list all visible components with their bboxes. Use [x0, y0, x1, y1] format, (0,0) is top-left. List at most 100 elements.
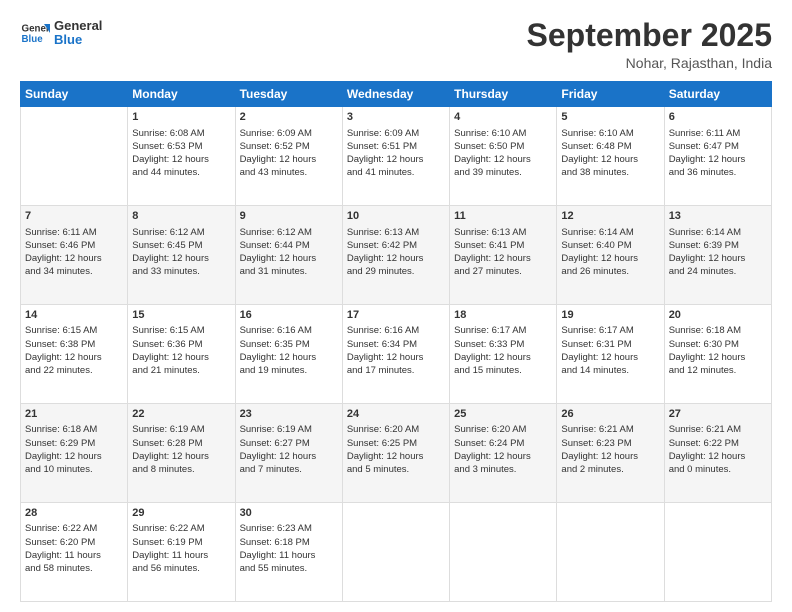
header: General Blue General Blue September 2025…	[20, 18, 772, 71]
day-info-line: Sunset: 6:29 PM	[25, 437, 123, 450]
logo: General Blue General Blue	[20, 18, 102, 48]
calendar-week-row: 28Sunrise: 6:22 AMSunset: 6:20 PMDayligh…	[21, 503, 772, 602]
calendar-cell: 14Sunrise: 6:15 AMSunset: 6:38 PMDayligh…	[21, 305, 128, 404]
calendar-cell: 20Sunrise: 6:18 AMSunset: 6:30 PMDayligh…	[664, 305, 771, 404]
day-info-line: Sunrise: 6:20 AM	[347, 423, 445, 436]
day-number: 22	[132, 407, 230, 422]
day-info-line: Daylight: 11 hours	[25, 549, 123, 562]
day-number: 29	[132, 506, 230, 521]
col-wednesday: Wednesday	[342, 82, 449, 107]
day-info-line: Sunset: 6:44 PM	[240, 239, 338, 252]
logo-blue: Blue	[54, 33, 102, 47]
calendar-cell: 30Sunrise: 6:23 AMSunset: 6:18 PMDayligh…	[235, 503, 342, 602]
day-info-line: and 44 minutes.	[132, 166, 230, 179]
day-info-line: Sunrise: 6:19 AM	[132, 423, 230, 436]
calendar-cell: 27Sunrise: 6:21 AMSunset: 6:22 PMDayligh…	[664, 404, 771, 503]
day-info-line: and 36 minutes.	[669, 166, 767, 179]
day-number: 10	[347, 209, 445, 224]
day-info-line: Daylight: 12 hours	[454, 153, 552, 166]
calendar-cell: 1Sunrise: 6:08 AMSunset: 6:53 PMDaylight…	[128, 107, 235, 206]
day-info-line: Sunset: 6:53 PM	[132, 140, 230, 153]
calendar-cell: 24Sunrise: 6:20 AMSunset: 6:25 PMDayligh…	[342, 404, 449, 503]
calendar-cell: 5Sunrise: 6:10 AMSunset: 6:48 PMDaylight…	[557, 107, 664, 206]
day-number: 30	[240, 506, 338, 521]
day-number: 16	[240, 308, 338, 323]
day-number: 17	[347, 308, 445, 323]
day-number: 3	[347, 110, 445, 125]
calendar-cell: 19Sunrise: 6:17 AMSunset: 6:31 PMDayligh…	[557, 305, 664, 404]
day-info-line: Daylight: 12 hours	[454, 450, 552, 463]
calendar-header-row: Sunday Monday Tuesday Wednesday Thursday…	[21, 82, 772, 107]
day-info-line: and 29 minutes.	[347, 265, 445, 278]
day-number: 20	[669, 308, 767, 323]
day-info-line: Sunset: 6:35 PM	[240, 338, 338, 351]
day-info-line: Daylight: 12 hours	[240, 351, 338, 364]
day-info-line: Daylight: 12 hours	[347, 450, 445, 463]
day-info-line: Sunset: 6:31 PM	[561, 338, 659, 351]
svg-text:Blue: Blue	[22, 34, 44, 45]
logo-general: General	[54, 19, 102, 33]
day-number: 13	[669, 209, 767, 224]
day-number: 23	[240, 407, 338, 422]
month-title: September 2025	[527, 18, 772, 53]
day-info-line: Daylight: 12 hours	[561, 153, 659, 166]
location-subtitle: Nohar, Rajasthan, India	[527, 55, 772, 71]
calendar-cell: 17Sunrise: 6:16 AMSunset: 6:34 PMDayligh…	[342, 305, 449, 404]
day-info-line: Sunset: 6:45 PM	[132, 239, 230, 252]
day-info-line: Sunrise: 6:13 AM	[347, 226, 445, 239]
title-block: September 2025 Nohar, Rajasthan, India	[527, 18, 772, 71]
day-info-line: Sunset: 6:28 PM	[132, 437, 230, 450]
day-info-line: Sunset: 6:36 PM	[132, 338, 230, 351]
calendar-cell	[342, 503, 449, 602]
day-info-line: Sunset: 6:34 PM	[347, 338, 445, 351]
day-info-line: and 15 minutes.	[454, 364, 552, 377]
day-info-line: Daylight: 12 hours	[561, 252, 659, 265]
day-info-line: Daylight: 12 hours	[347, 252, 445, 265]
day-info-line: Sunrise: 6:22 AM	[132, 522, 230, 535]
day-info-line: Sunset: 6:20 PM	[25, 536, 123, 549]
day-info-line: Sunrise: 6:16 AM	[347, 324, 445, 337]
day-info-line: Sunset: 6:46 PM	[25, 239, 123, 252]
day-info-line: Sunset: 6:39 PM	[669, 239, 767, 252]
day-info-line: Sunset: 6:51 PM	[347, 140, 445, 153]
day-info-line: and 33 minutes.	[132, 265, 230, 278]
day-info-line: and 58 minutes.	[25, 562, 123, 575]
calendar-cell: 6Sunrise: 6:11 AMSunset: 6:47 PMDaylight…	[664, 107, 771, 206]
calendar-cell: 8Sunrise: 6:12 AMSunset: 6:45 PMDaylight…	[128, 206, 235, 305]
day-info-line: Sunset: 6:30 PM	[669, 338, 767, 351]
col-thursday: Thursday	[450, 82, 557, 107]
day-info-line: and 56 minutes.	[132, 562, 230, 575]
day-number: 7	[25, 209, 123, 224]
calendar-table: Sunday Monday Tuesday Wednesday Thursday…	[20, 81, 772, 602]
day-info-line: Sunset: 6:22 PM	[669, 437, 767, 450]
day-info-line: Sunrise: 6:17 AM	[561, 324, 659, 337]
day-info-line: Sunrise: 6:14 AM	[561, 226, 659, 239]
day-info-line: and 38 minutes.	[561, 166, 659, 179]
calendar-cell: 13Sunrise: 6:14 AMSunset: 6:39 PMDayligh…	[664, 206, 771, 305]
day-info-line: Sunrise: 6:17 AM	[454, 324, 552, 337]
day-info-line: Sunset: 6:23 PM	[561, 437, 659, 450]
day-number: 8	[132, 209, 230, 224]
day-info-line: Sunrise: 6:12 AM	[132, 226, 230, 239]
day-number: 9	[240, 209, 338, 224]
calendar-cell: 2Sunrise: 6:09 AMSunset: 6:52 PMDaylight…	[235, 107, 342, 206]
day-number: 12	[561, 209, 659, 224]
col-friday: Friday	[557, 82, 664, 107]
day-number: 26	[561, 407, 659, 422]
day-info-line: Sunrise: 6:14 AM	[669, 226, 767, 239]
day-info-line: Daylight: 12 hours	[669, 450, 767, 463]
day-info-line: Sunset: 6:47 PM	[669, 140, 767, 153]
day-number: 4	[454, 110, 552, 125]
day-info-line: and 2 minutes.	[561, 463, 659, 476]
day-info-line: and 27 minutes.	[454, 265, 552, 278]
day-info-line: Sunrise: 6:10 AM	[454, 127, 552, 140]
day-info-line: Daylight: 12 hours	[561, 450, 659, 463]
day-info-line: and 0 minutes.	[669, 463, 767, 476]
day-info-line: Daylight: 12 hours	[132, 153, 230, 166]
day-info-line: Daylight: 12 hours	[669, 153, 767, 166]
day-info-line: Sunrise: 6:09 AM	[347, 127, 445, 140]
day-info-line: and 14 minutes.	[561, 364, 659, 377]
calendar-cell: 4Sunrise: 6:10 AMSunset: 6:50 PMDaylight…	[450, 107, 557, 206]
calendar-cell: 9Sunrise: 6:12 AMSunset: 6:44 PMDaylight…	[235, 206, 342, 305]
day-info-line: and 39 minutes.	[454, 166, 552, 179]
